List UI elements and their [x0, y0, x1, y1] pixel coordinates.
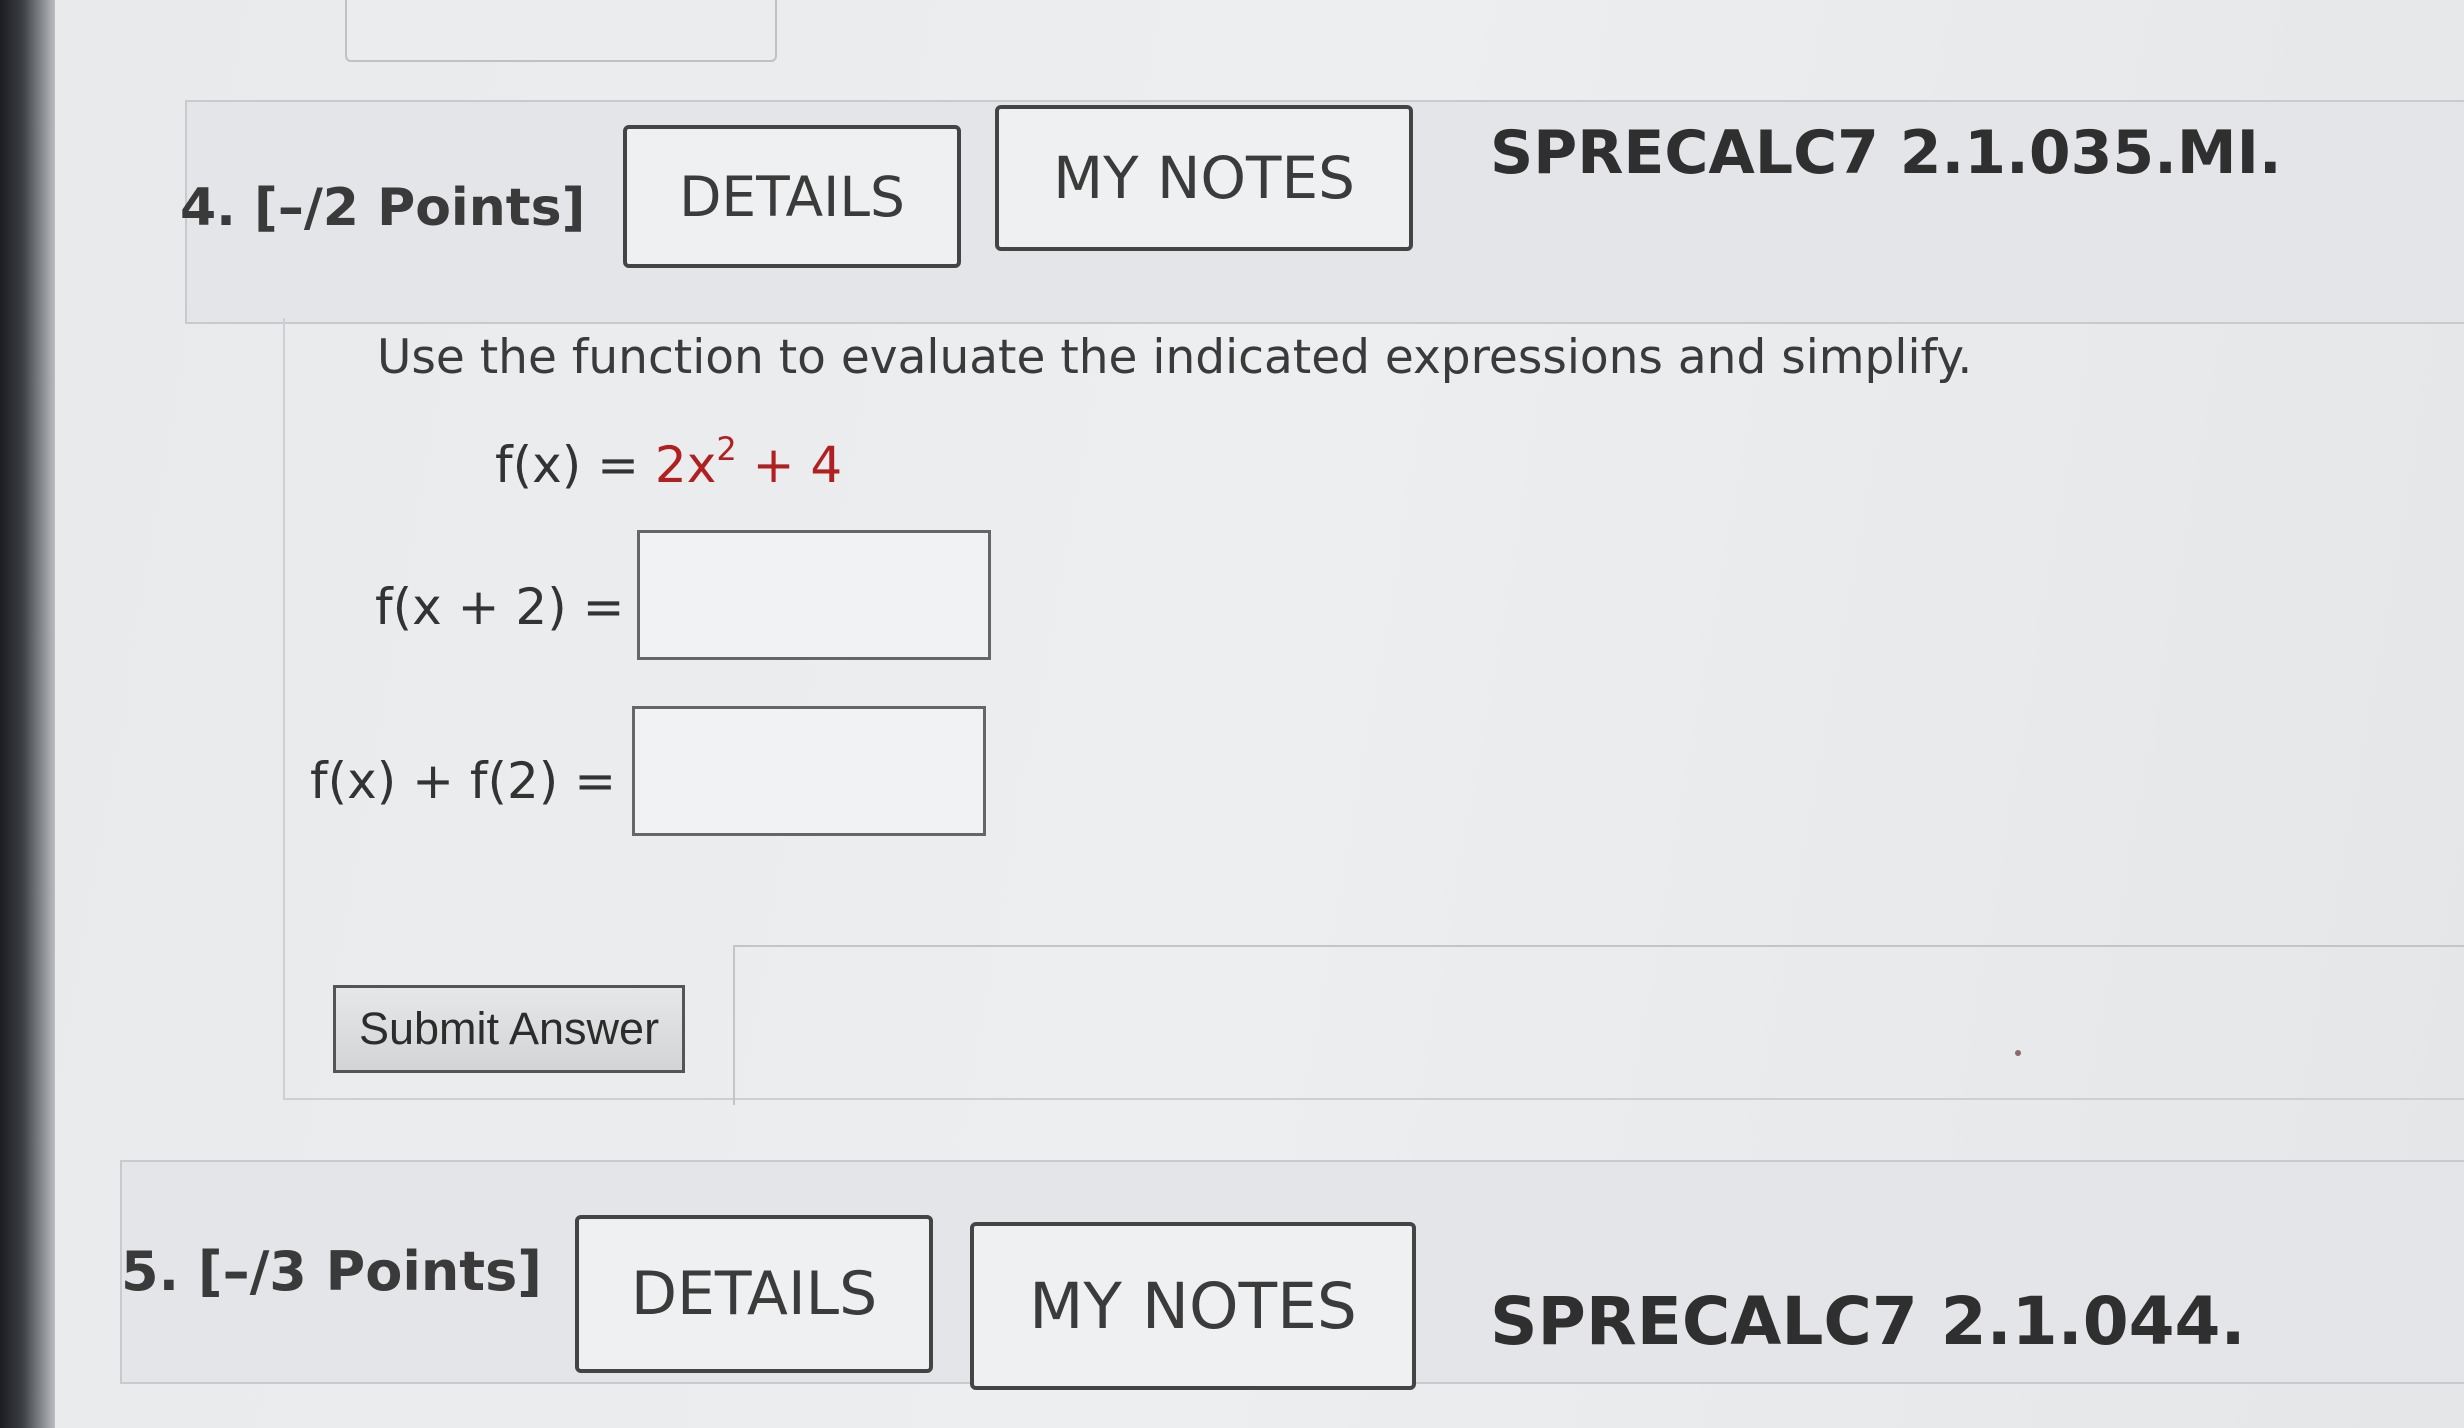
previous-question-submit-area: [345, 0, 777, 62]
submit-answer-button[interactable]: Submit Answer: [333, 985, 685, 1073]
expression-1-label: f(x + 2) =: [375, 578, 625, 636]
function-lhs: f(x) =: [495, 436, 639, 494]
webassign-page: 4. [–/2 Points] DETAILS MY NOTES SPRECAL…: [55, 0, 2464, 1428]
question-4-instruction: Use the function to evaluate the indicat…: [377, 330, 1973, 385]
expression-2-answer-input[interactable]: [632, 706, 986, 836]
divider-line-vertical: [733, 945, 735, 1105]
question-5-details-button[interactable]: DETAILS: [575, 1215, 933, 1373]
question-4-code: SPRECALC7 2.1.035.MI.: [1490, 118, 2282, 188]
question-4-my-notes-button[interactable]: MY NOTES: [995, 105, 1413, 251]
question-5-my-notes-button[interactable]: MY NOTES: [970, 1222, 1416, 1390]
screen-speck: [2015, 1050, 2021, 1056]
function-coef: 2x: [654, 436, 717, 494]
question-4-number: 4.: [180, 178, 236, 238]
expression-2-label: f(x) + f(2) =: [310, 752, 617, 810]
function-exponent: 2: [716, 430, 737, 468]
function-definition: f(x) = 2x2 + 4: [495, 430, 842, 494]
question-4-title: 4. [–/2 Points]: [180, 178, 585, 238]
question-4-details-button[interactable]: DETAILS: [623, 125, 961, 268]
question-5-points: [–/3 Points]: [197, 1240, 542, 1303]
divider-line: [735, 945, 2464, 947]
expression-1-answer-input[interactable]: [637, 530, 991, 660]
question-5-number: 5.: [121, 1240, 180, 1303]
monitor-bezel: [0, 0, 55, 1428]
question-5-title: 5. [–/3 Points]: [121, 1240, 542, 1303]
question-4-points: [–/2 Points]: [254, 178, 586, 238]
function-rhs: 2x2 + 4: [654, 430, 843, 494]
function-constant: + 4: [736, 436, 843, 494]
question-5-code: SPRECALC7 2.1.044.: [1490, 1283, 2246, 1360]
